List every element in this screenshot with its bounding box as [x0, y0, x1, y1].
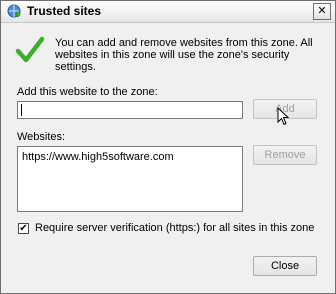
https-verification-label: Require server verification (https:) for… [35, 222, 315, 234]
trusted-sites-dialog: Trusted sites ✕ You can add and remove w… [0, 0, 336, 294]
close-icon: ✕ [317, 5, 327, 17]
checkmark-icon [15, 36, 45, 63]
close-button[interactable]: Close [253, 256, 317, 276]
globe-shield-icon [7, 4, 21, 18]
window-title: Trusted sites [27, 4, 102, 18]
https-verification-checkbox[interactable]: ✔ [18, 223, 29, 234]
website-input[interactable] [17, 101, 243, 119]
websites-list[interactable]: https://www.high5software.com [17, 146, 243, 212]
add-website-label: Add this website to the zone: [17, 86, 158, 98]
checkmark-glyph-icon: ✔ [19, 223, 28, 234]
info-text: You can add and remove websites from thi… [55, 37, 313, 73]
mouse-cursor-icon [277, 107, 289, 126]
list-item[interactable]: https://www.high5software.com [22, 151, 174, 163]
title-bar: Trusted sites ✕ [1, 1, 335, 23]
text-caret [21, 104, 22, 116]
close-window-button[interactable]: ✕ [313, 3, 331, 20]
remove-button[interactable]: Remove [253, 145, 317, 165]
websites-label: Websites: [17, 131, 66, 143]
